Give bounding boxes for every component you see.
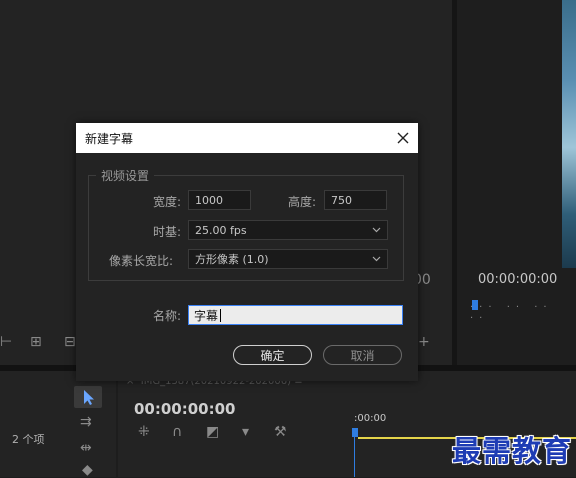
text-caret xyxy=(220,308,222,322)
export-frame-icon[interactable]: ⊟ xyxy=(64,334,76,350)
width-label: 宽度: xyxy=(153,195,182,209)
close-button[interactable] xyxy=(388,123,418,153)
height-label: 高度: xyxy=(288,195,317,209)
width-field[interactable]: 1000 xyxy=(188,190,251,210)
ok-button[interactable]: 确定 xyxy=(233,345,312,365)
cancel-button[interactable]: 取消 xyxy=(323,345,402,365)
playhead-line xyxy=(354,437,355,477)
timebase-dropdown[interactable]: 25.00 fps xyxy=(188,220,388,240)
dialog-titlebar: 新建字幕 xyxy=(76,123,418,153)
timeline-ruler-label: :00:00 xyxy=(354,413,387,424)
selection-tool-icon xyxy=(84,390,94,405)
magnet-icon[interactable]: ∩ xyxy=(172,424,182,440)
timebase-label: 时基: xyxy=(153,225,182,239)
items-count: 2 个项 xyxy=(12,433,45,446)
height-value: 750 xyxy=(331,193,352,207)
add-icon[interactable]: + xyxy=(418,334,430,350)
name-value: 字幕 xyxy=(194,308,219,323)
lift-icon[interactable]: ⊢ xyxy=(0,334,12,350)
marker-icon[interactable]: ▾ xyxy=(242,424,249,440)
name-input[interactable]: 字幕 xyxy=(188,305,403,325)
chevron-down-icon xyxy=(372,256,381,262)
width-value: 1000 xyxy=(195,193,223,207)
new-title-dialog: 新建字幕 视频设置 宽度: 1000 高度: 750 时基: 25.00 fps… xyxy=(76,123,418,381)
dialog-title: 新建字幕 xyxy=(85,132,134,146)
video-settings-label: 视频设置 xyxy=(96,167,155,184)
watermark-logo: 最需教育 xyxy=(452,434,573,468)
name-label: 名称: xyxy=(153,309,182,323)
timebase-value: 25.00 fps xyxy=(195,223,247,237)
height-field[interactable]: 750 xyxy=(324,190,387,210)
track-select-icon[interactable]: ⇉ xyxy=(80,414,92,430)
linked-selection-icon[interactable]: ◩ xyxy=(206,424,219,440)
timeline-playhead[interactable] xyxy=(352,428,358,437)
program-timecode[interactable]: 00:00:00:00 xyxy=(478,272,557,287)
selection-tool-button[interactable] xyxy=(74,386,102,408)
project-panel xyxy=(0,371,66,477)
timeline-timecode[interactable]: 00:00:00:00 xyxy=(134,400,236,418)
pixel-aspect-dropdown[interactable]: 方形像素 (1.0) xyxy=(188,249,388,269)
ruler-ticks: ··· ·· ·· ·· xyxy=(470,302,553,324)
ripple-edit-icon[interactable]: ⇹ xyxy=(80,440,92,456)
pixel-aspect-label: 像素长宽比: xyxy=(109,254,174,268)
pixel-aspect-value: 方形像素 (1.0) xyxy=(195,253,269,266)
wrench-icon[interactable]: ⚒ xyxy=(274,424,287,440)
nest-icon[interactable]: ⁜ xyxy=(138,424,150,440)
video-preview xyxy=(562,0,576,268)
extract-icon[interactable]: ⊞ xyxy=(30,334,42,350)
razor-icon[interactable]: ◆ xyxy=(82,462,93,478)
close-icon xyxy=(397,132,409,144)
chevron-down-icon xyxy=(372,227,381,233)
